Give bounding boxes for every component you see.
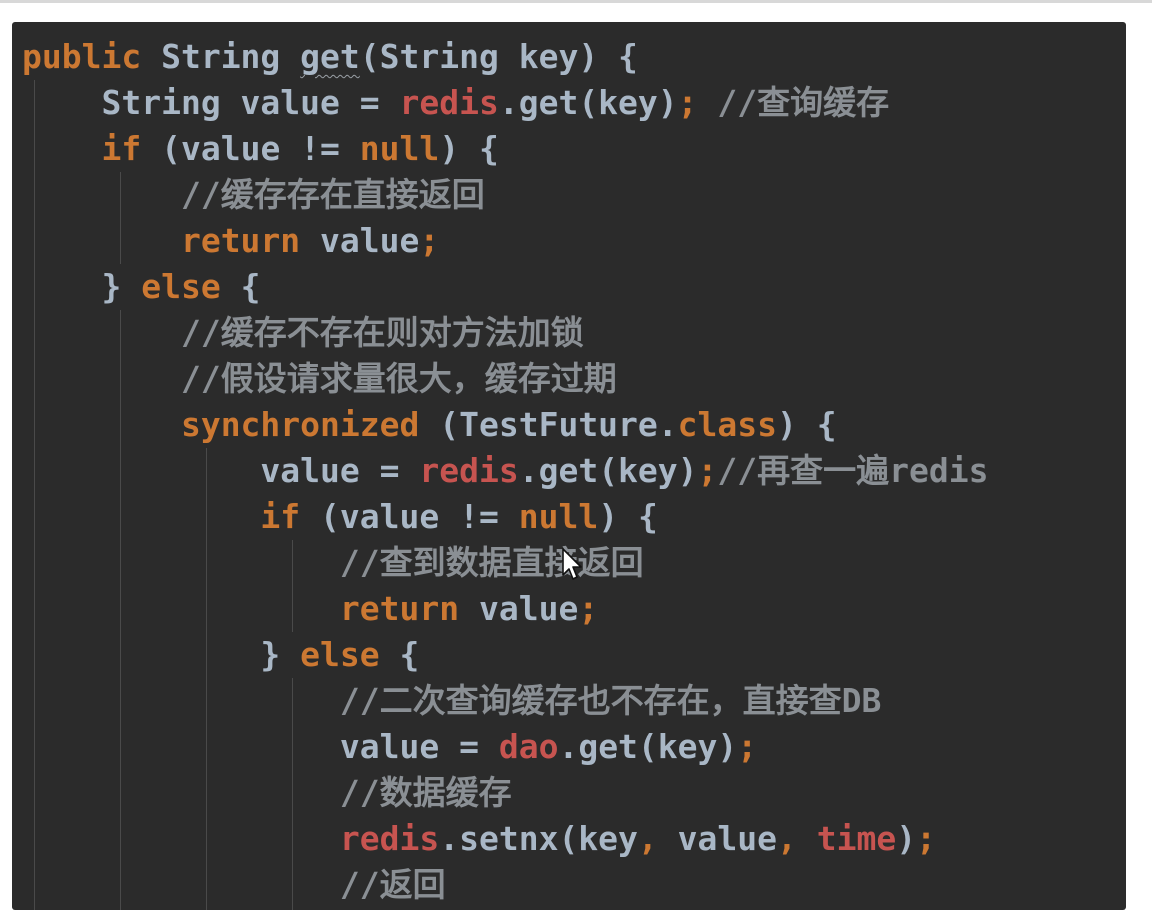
code-text: { xyxy=(379,635,420,674)
code-text: .get(key) xyxy=(558,727,738,766)
code-comment: //再查一遍redis xyxy=(717,451,989,490)
mouse-pointer-icon xyxy=(562,548,582,580)
code-keyword: ; xyxy=(697,451,718,490)
code-comment: //二次查询缓存也不存在，直接查DB xyxy=(339,681,882,720)
code-line[interactable]: //返回 xyxy=(22,862,988,908)
code-text: .get(key) xyxy=(498,83,678,122)
code-text: String xyxy=(141,37,301,76)
code-text: value xyxy=(459,589,579,628)
code-line[interactable]: //查到数据直接返回 xyxy=(22,540,988,586)
code-line[interactable]: redis.setnx(key, value, time); xyxy=(22,816,988,862)
code-comment: //数据缓存 xyxy=(339,773,512,812)
code-keyword: null xyxy=(518,497,599,536)
code-content[interactable]: public String get(String key) { String v… xyxy=(22,34,988,908)
code-keyword: else xyxy=(300,635,380,674)
code-line[interactable]: return value; xyxy=(22,586,988,632)
code-keyword: ; xyxy=(916,819,936,858)
code-text: value xyxy=(300,221,420,260)
code-line[interactable]: synchronized (TestFuture.class) { xyxy=(22,402,988,448)
code-keyword: if xyxy=(260,497,301,536)
code-keyword: ; xyxy=(578,589,599,628)
code-field: redis xyxy=(399,83,499,122)
code-text: { xyxy=(220,267,261,306)
code-comment: //查询缓存 xyxy=(697,83,890,122)
code-line[interactable]: } else { xyxy=(22,264,988,310)
code-comment: //缓存存在直接返回 xyxy=(180,175,485,214)
code-text: ) { xyxy=(777,405,837,444)
code-text: ) { xyxy=(598,497,658,536)
code-line[interactable]: //缓存不存在则对方法加锁 xyxy=(22,310,988,356)
code-text: value = xyxy=(260,451,420,490)
code-editor[interactable]: public String get(String key) { String v… xyxy=(12,22,1126,910)
code-line[interactable]: return value; xyxy=(22,218,988,264)
code-keyword: ; xyxy=(419,221,440,260)
code-keyword: return xyxy=(339,589,460,628)
code-field: redis xyxy=(339,819,440,858)
code-line[interactable]: value = dao.get(key); xyxy=(22,724,988,770)
code-comment: //缓存不存在则对方法加锁 xyxy=(180,313,584,352)
code-comment: //查到数据直接返回 xyxy=(339,543,644,582)
code-line[interactable]: value = redis.get(key);//再查一遍redis xyxy=(22,448,988,494)
code-text: (String key) { xyxy=(359,37,638,76)
code-keyword: , xyxy=(637,819,658,858)
code-text: } xyxy=(101,267,142,306)
code-keyword: if xyxy=(101,129,142,168)
code-line[interactable]: if (value != null) { xyxy=(22,494,988,540)
code-keyword: ; xyxy=(737,727,758,766)
code-text: .setnx(key xyxy=(439,819,638,858)
code-keyword: null xyxy=(359,129,440,168)
code-text: (value != xyxy=(300,497,519,536)
code-keyword: class xyxy=(677,405,777,444)
code-text: ) xyxy=(896,819,917,858)
code-keyword: public xyxy=(22,37,142,76)
code-line[interactable]: String value = redis.get(key); //查询缓存 xyxy=(22,80,988,126)
code-text: } xyxy=(260,635,301,674)
code-keyword: return xyxy=(180,221,301,260)
code-text: String value = xyxy=(101,83,400,122)
code-text: value = xyxy=(339,727,499,766)
code-field: time xyxy=(816,819,897,858)
code-line[interactable]: //缓存存在直接返回 xyxy=(22,172,988,218)
code-field: redis xyxy=(419,451,519,490)
code-text: (value != xyxy=(141,129,360,168)
code-comment: //假设请求量很大，缓存过期 xyxy=(180,359,617,398)
code-line[interactable]: } else { xyxy=(22,632,988,678)
code-line[interactable]: if (value != null) { xyxy=(22,126,988,172)
top-border xyxy=(0,0,1152,3)
code-line[interactable]: //二次查询缓存也不存在，直接查DB xyxy=(22,678,988,724)
code-line[interactable]: //假设请求量很大，缓存过期 xyxy=(22,356,988,402)
code-field: dao xyxy=(498,727,559,766)
code-text: .get(key) xyxy=(518,451,698,490)
code-keyword: , xyxy=(777,819,797,858)
code-text: ) { xyxy=(439,129,499,168)
code-line[interactable]: public String get(String key) { xyxy=(22,34,988,80)
code-text: (TestFuture. xyxy=(419,405,678,444)
code-keyword: synchronized xyxy=(180,405,420,444)
code-text: value xyxy=(657,819,778,858)
code-comment: //返回 xyxy=(339,865,446,904)
code-keyword: ; xyxy=(677,83,698,122)
code-text: get xyxy=(300,37,360,76)
code-line[interactable]: //数据缓存 xyxy=(22,770,988,816)
code-keyword: else xyxy=(141,267,221,306)
